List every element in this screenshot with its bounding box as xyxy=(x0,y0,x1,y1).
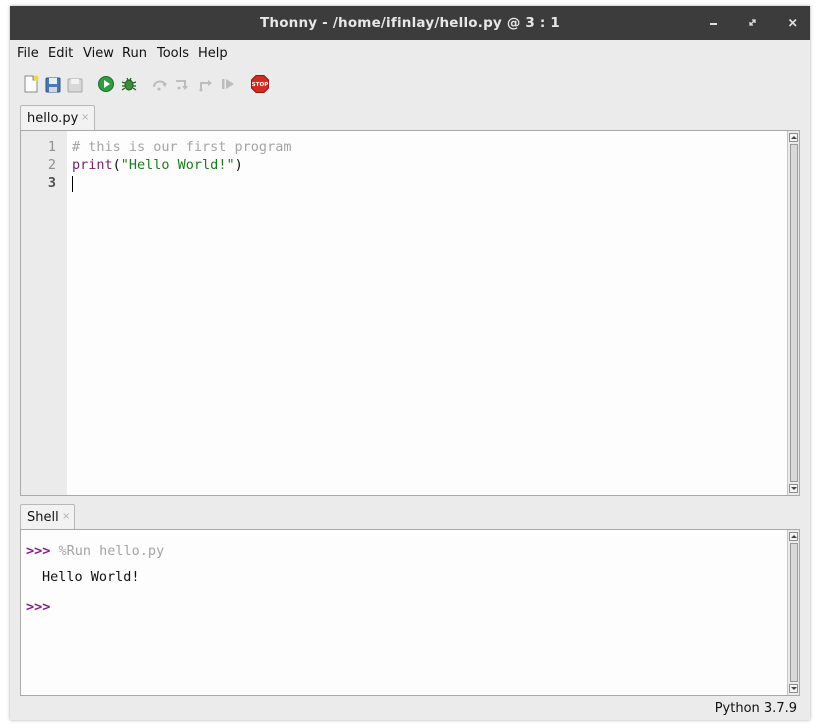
editor-tabbar: hello.py × xyxy=(20,105,800,131)
code-paren: ( xyxy=(112,157,121,173)
code-comment: # this is our first program xyxy=(72,139,292,155)
thonny-window: Thonny - /home/ifinlay/hello.py @ 3 : 1 … xyxy=(10,6,810,720)
editor-scrollbar[interactable] xyxy=(787,131,799,495)
scroll-up-icon[interactable] xyxy=(789,133,798,142)
line-number: 1 xyxy=(47,139,56,155)
menu-bar: File Edit View Run Tools Help xyxy=(10,40,810,66)
stop-icon[interactable]: STOP xyxy=(250,74,270,94)
tab-hello-py[interactable]: hello.py × xyxy=(20,105,95,131)
shell-command: %Run hello.py xyxy=(58,543,165,559)
shell-tabbar: Shell × xyxy=(20,504,800,530)
line-number: 2 xyxy=(47,157,56,173)
shell-output: Hello World! xyxy=(42,569,140,585)
scroll-up-icon[interactable] xyxy=(789,532,798,541)
menu-tools[interactable]: Tools xyxy=(157,46,189,61)
status-bar: Python 3.7.9 xyxy=(10,698,810,720)
shell-line-3: >>> xyxy=(26,599,50,615)
scroll-thumb[interactable] xyxy=(790,144,798,482)
shell-prompt: >>> xyxy=(26,543,51,559)
tab-shell[interactable]: Shell × xyxy=(20,504,75,530)
menu-run[interactable]: Run xyxy=(122,46,147,61)
code-string: "Hello World!" xyxy=(120,157,235,173)
menu-help[interactable]: Help xyxy=(198,46,228,61)
line-number-gutter: 1 2 3 xyxy=(21,131,67,495)
maximize-icon[interactable] xyxy=(745,15,761,31)
resume-icon[interactable] xyxy=(219,74,239,94)
menu-file[interactable]: File xyxy=(17,46,39,61)
menu-view[interactable]: View xyxy=(83,46,114,61)
code-paren: ) xyxy=(234,157,243,173)
menu-edit[interactable]: Edit xyxy=(48,46,73,61)
tab-label: hello.py xyxy=(27,111,79,126)
window-title: Thonny - /home/ifinlay/hello.py @ 3 : 1 xyxy=(259,15,561,31)
shell-line-1: >>> %Run hello.py xyxy=(26,543,164,559)
run-icon[interactable] xyxy=(96,74,116,94)
tab-label: Shell xyxy=(27,510,59,525)
stop-label: STOP xyxy=(252,82,269,88)
scroll-thumb[interactable] xyxy=(790,543,798,682)
shell-scrollbar[interactable] xyxy=(787,530,799,695)
shell-panel[interactable]: >>> %Run hello.py Hello World! >>> xyxy=(20,529,800,696)
tab-close-icon[interactable]: × xyxy=(62,511,70,522)
minimize-icon[interactable] xyxy=(706,15,722,31)
step-over-icon[interactable] xyxy=(150,74,170,94)
tab-close-icon[interactable]: × xyxy=(81,112,89,123)
title-bar[interactable]: Thonny - /home/ifinlay/hello.py @ 3 : 1 xyxy=(10,6,810,40)
step-into-icon[interactable] xyxy=(173,74,193,94)
toolbar: STOP xyxy=(10,68,810,100)
shell-prompt: >>> xyxy=(26,599,51,615)
code-line-2: print("Hello World!") xyxy=(72,157,243,173)
code-builtin: print xyxy=(72,157,113,173)
line-number-current: 3 xyxy=(47,175,56,191)
step-out-icon[interactable] xyxy=(196,74,216,94)
text-cursor xyxy=(72,176,73,192)
interpreter-selector[interactable]: Python 3.7.9 xyxy=(715,701,797,716)
open-file-icon[interactable] xyxy=(43,74,63,94)
code-editor[interactable]: 1 2 3 # this is our first program print(… xyxy=(20,130,800,496)
close-icon[interactable] xyxy=(785,15,801,31)
scroll-down-icon[interactable] xyxy=(789,484,798,493)
save-file-icon[interactable] xyxy=(65,74,85,94)
new-file-icon[interactable] xyxy=(21,74,41,94)
scroll-down-icon[interactable] xyxy=(789,684,798,693)
code-line-1: # this is our first program xyxy=(72,139,291,155)
debug-icon[interactable] xyxy=(119,74,139,94)
